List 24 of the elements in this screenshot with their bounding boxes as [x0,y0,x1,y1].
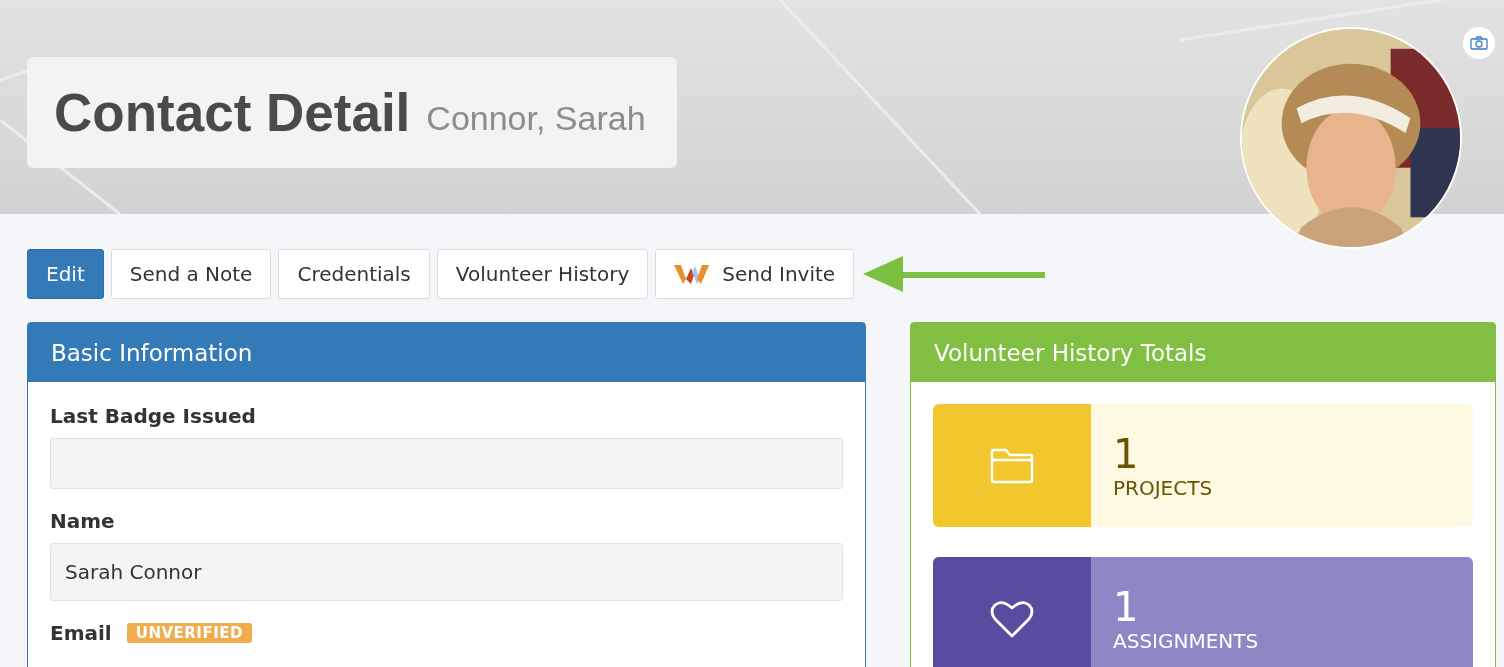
page-title: Contact Detail [54,82,411,143]
stat-label: PROJECTS [1113,475,1213,500]
panel-header: Basic Information [28,323,865,382]
camera-button[interactable] [1463,27,1495,59]
contact-name: Connor, Sarah [426,99,646,138]
logo-icon [674,263,711,285]
field-label: Email [50,621,112,645]
camera-icon [1470,36,1488,50]
panel-header: Volunteer History Totals [911,323,1495,382]
field-label: Last Badge Issued [50,404,256,428]
toolbar-button[interactable]: Volunteer History [436,249,649,299]
input-field[interactable]: Sarah Connor [50,543,843,601]
stat-count: 1 [1113,584,1140,629]
toolbar-button[interactable]: Send a Note [110,249,272,299]
status-badge: UNVERIFIED [126,623,252,643]
toolbar-button[interactable]: Credentials [278,249,430,299]
toolbar-button[interactable]: Edit [27,249,104,299]
input-field[interactable] [50,438,843,489]
folder-icon [990,447,1034,484]
heart-icon [990,598,1034,639]
stat-label: ASSIGNMENTS [1113,628,1259,653]
stat-count: 1 [1113,431,1140,476]
field-label: Name [50,509,115,533]
invite-button[interactable]: Send Invite [655,249,855,299]
